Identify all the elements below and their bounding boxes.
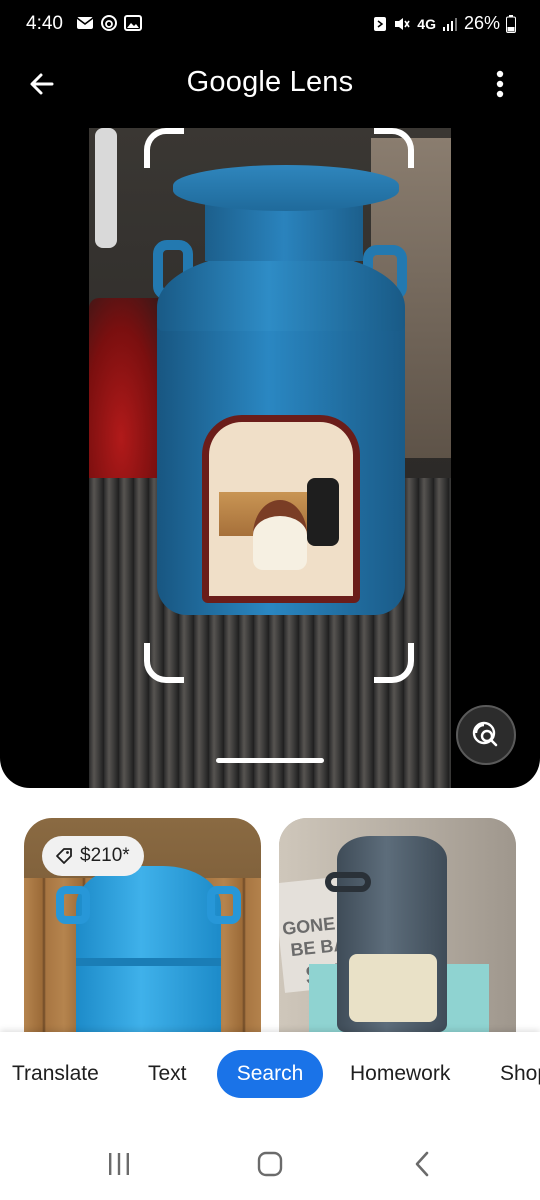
lens-mode-tabs: Translate Text Search Homework Shop [0, 1032, 540, 1116]
system-nav-bar [0, 1116, 540, 1200]
threads-icon [100, 14, 118, 32]
home-button[interactable] [248, 1142, 292, 1186]
nav-back-button[interactable] [400, 1142, 444, 1186]
painted-label [202, 415, 360, 603]
network-type: 4G [417, 15, 436, 32]
system-status: 4G 26% [373, 13, 516, 34]
sheet-drag-handle[interactable] [216, 758, 324, 763]
recents-button[interactable] [97, 1142, 141, 1186]
app-title: Google Lens [0, 66, 540, 99]
lens-search-button[interactable] [456, 705, 516, 765]
screen: 4:40 4G 26% Google Lens $210* GONE S BE … [0, 0, 540, 1200]
lens-viewer: 4:40 4G 26% Google Lens [0, 0, 540, 788]
message-icon [76, 16, 94, 30]
visual-matches: $210* GONE S BE BA SUN [0, 818, 540, 1032]
more-vert-icon [496, 70, 504, 98]
status-bar: 4:40 4G 26% [0, 0, 540, 48]
battery-icon [506, 14, 516, 33]
selection-corner-bottom-left[interactable] [144, 643, 184, 683]
tag-icon [56, 848, 72, 864]
nfc-icon [373, 16, 387, 32]
tab-translate[interactable]: Translate [12, 1050, 99, 1098]
notification-icons [76, 14, 142, 32]
status-time: 4:40 [26, 13, 63, 34]
title-google: Google [186, 66, 282, 98]
result-image [325, 836, 447, 1032]
selection-corner-top-left[interactable] [144, 128, 184, 168]
price-chip: $210* [42, 836, 144, 876]
lens-search-icon [472, 721, 498, 747]
result-image [56, 866, 241, 1032]
price-label: $210* [80, 845, 130, 866]
home-icon [257, 1151, 283, 1177]
result-card[interactable]: $210* [24, 818, 261, 1032]
image-icon [124, 15, 142, 31]
battery-percent: 26% [463, 13, 500, 33]
tab-search[interactable]: Search [217, 1050, 323, 1098]
milk-can-subject [153, 165, 415, 635]
app-bar: Google Lens [0, 56, 540, 110]
mute-icon [393, 16, 411, 32]
signal-icon [442, 16, 458, 32]
tab-text[interactable]: Text [148, 1050, 187, 1098]
recents-icon [109, 1153, 129, 1175]
tab-homework[interactable]: Homework [350, 1050, 450, 1098]
title-lens: Lens [289, 66, 354, 98]
result-card[interactable]: GONE S BE BA SUN [279, 818, 516, 1032]
tab-shopping[interactable]: Shop [500, 1050, 540, 1098]
selection-corner-top-right[interactable] [374, 128, 414, 168]
more-options-button[interactable] [484, 64, 516, 104]
nav-back-icon [415, 1151, 429, 1177]
